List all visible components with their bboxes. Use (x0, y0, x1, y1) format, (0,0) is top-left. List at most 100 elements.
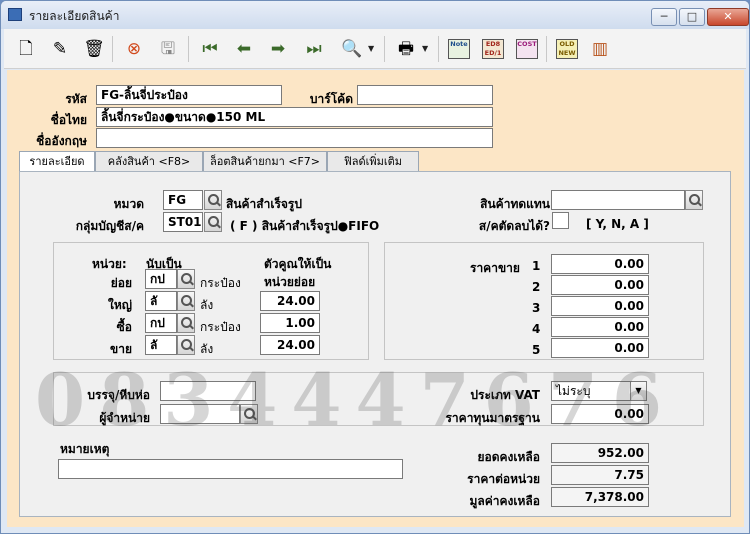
find-dropdown-icon[interactable]: ▼ (368, 44, 374, 53)
old-new-icon[interactable]: OLD NEW (556, 39, 578, 59)
total-value-field: 7,378.00 (551, 487, 649, 507)
maximize-button[interactable]: □ (679, 8, 705, 26)
price-field[interactable]: 0.00 (551, 275, 649, 295)
tab-details[interactable]: รายละเอียด (19, 151, 95, 172)
price-level-num: 2 (532, 280, 541, 294)
remark-label: หมายเหตุ (60, 442, 110, 456)
chevron-down-icon[interactable]: ▼ (630, 382, 646, 400)
unit-name: ลัง (200, 298, 214, 312)
unit-name: ลัง (200, 342, 214, 356)
total-value-label: มูลค่าคงเหลือ (469, 494, 541, 508)
account-group-code-field[interactable]: ST01 (163, 212, 203, 232)
thai-name-field[interactable]: ลิ้นจี่กระป๋อง●ขนาด●150 ML (96, 107, 493, 127)
content-area: รหัส FG-ลิ้นจี่ประป๋อง บาร์โค้ด ชื่อไทย … (7, 70, 744, 527)
prev-record-icon[interactable]: ⬅ (232, 38, 256, 60)
barcode-icon[interactable]: ▥ (588, 38, 612, 60)
code-field[interactable]: FG-ลิ้นจี่ประป๋อง (96, 85, 282, 105)
unit-code-field[interactable]: กป (145, 313, 177, 333)
package-label: บรรจุ/หีบห่อ (87, 388, 150, 402)
price-level-num: 4 (532, 322, 541, 336)
unit-row-label: ขาย (110, 342, 132, 356)
discount-label: ส/คตัดลบได้? (478, 219, 550, 233)
price-level-num: 5 (532, 343, 541, 357)
toolbar: 🗋 ✎ 🗑 ⊗ 🖫 ⏮ ⬅ ➡ ⏭ 🔍 ▼ 🖶 ▼ Note ED8 ED/1 … (4, 29, 746, 69)
barcode-field[interactable] (357, 85, 493, 105)
category-name: สินค้าสำเร็จรูป (226, 197, 302, 211)
std-cost-label: ราคาทุนมาตรฐาน (445, 411, 540, 425)
toolbar-separator (546, 36, 547, 62)
price-level-num: 1 (532, 259, 541, 273)
remark-field[interactable] (58, 459, 403, 479)
note-icon[interactable]: Note (448, 39, 470, 59)
substitute-field[interactable] (551, 190, 685, 210)
close-button[interactable]: ✕ (707, 8, 749, 26)
category-search-icon[interactable] (204, 190, 222, 210)
account-group-search-icon[interactable] (204, 212, 222, 232)
unit-factor-field[interactable]: 1.00 (260, 313, 320, 333)
unit-code-field[interactable]: ลั (145, 335, 177, 355)
toolbar-separator (188, 36, 189, 62)
category-label: หมวด (113, 197, 144, 211)
unit-row-label: ใหญ่ (108, 298, 132, 312)
unit-row-label: ซื้อ (116, 320, 132, 334)
window-title: รายละเอียดสินค้า (29, 9, 120, 23)
cancel-icon[interactable]: ⊗ (122, 38, 146, 60)
unit-factor-field[interactable]: 24.00 (260, 335, 320, 355)
vat-type-value: ไม่ระบุ (556, 384, 591, 398)
price-field[interactable]: 0.00 (551, 338, 649, 358)
package-field[interactable] (160, 381, 256, 401)
cost-icon[interactable]: COST (516, 39, 538, 59)
vat-type-select[interactable]: ไม่ระบุ ▼ (551, 381, 647, 401)
first-record-icon[interactable]: ⏮ (198, 38, 222, 60)
price-field[interactable]: 0.00 (551, 317, 649, 337)
unit-factor-field[interactable]: 24.00 (260, 291, 320, 311)
unit-header: หน่วย: (92, 257, 127, 271)
unit-code-field[interactable]: กป (145, 269, 177, 289)
unit-search-icon[interactable] (177, 313, 195, 333)
ed1-icon[interactable]: ED8 ED/1 (482, 39, 504, 59)
std-cost-field[interactable]: 0.00 (551, 404, 649, 424)
new-doc-icon[interactable]: 🗋 (14, 38, 38, 60)
product-detail-window: รายละเอียดสินค้า ─ □ ✕ 🗋 ✎ 🗑 ⊗ 🖫 ⏮ ⬅ ➡ ⏭… (0, 0, 750, 534)
minimize-button[interactable]: ─ (651, 8, 677, 26)
tab-lot-brought-forward[interactable]: ล็อตสินค้ายกมา <F7> (203, 151, 327, 171)
delete-bin-icon[interactable]: 🗑 (82, 38, 106, 60)
unit-code-field[interactable]: ลั (145, 291, 177, 311)
price-label: ราคาขาย (470, 261, 520, 275)
account-group-label: กลุ่มบัญชีส/ค (75, 219, 144, 233)
details-panel: หมวด FG สินค้าสำเร็จรูป กลุ่มบัญชีส/ค ST… (19, 171, 731, 517)
price-field[interactable]: 0.00 (551, 254, 649, 274)
english-name-field[interactable] (96, 128, 493, 148)
unit-row-label: ย่อย (110, 276, 132, 290)
substitute-search-icon[interactable] (685, 190, 703, 210)
vat-type-label: ประเภท VAT (470, 388, 540, 402)
toolbar-separator (112, 36, 113, 62)
multiplier-header: ตัวคูณให้เป็น (264, 257, 332, 271)
unit-search-icon[interactable] (177, 269, 195, 289)
thai-name-label: ชื่อไทย (50, 113, 87, 127)
supplier-search-icon[interactable] (240, 404, 258, 424)
unit-name: กระป๋อง (200, 320, 241, 334)
unit-name: กระป๋อง (200, 276, 241, 290)
title-bar[interactable]: รายละเอียดสินค้า ─ □ ✕ (1, 1, 749, 29)
last-record-icon[interactable]: ⏭ (302, 38, 326, 60)
code-label: รหัส (65, 92, 87, 106)
category-code-field[interactable]: FG (163, 190, 203, 210)
price-field[interactable]: 0.00 (551, 296, 649, 316)
find-icon[interactable]: 🔍 (340, 38, 364, 60)
next-record-icon[interactable]: ➡ (266, 38, 290, 60)
multiplier-header-2: หน่วยย่อย (264, 275, 316, 289)
print-dropdown-icon[interactable]: ▼ (422, 44, 428, 53)
unit-price-label: ราคาต่อหน่วย (467, 472, 540, 486)
discount-field[interactable] (552, 212, 569, 229)
unit-search-icon[interactable] (177, 335, 195, 355)
edit-icon[interactable]: ✎ (48, 38, 72, 60)
save-icon[interactable]: 🖫 (156, 38, 180, 60)
unit-price-field: 7.75 (551, 465, 649, 485)
print-icon[interactable]: 🖶 (394, 38, 418, 60)
tab-warehouse[interactable]: คลังสินค้า <F8> (95, 151, 203, 171)
tab-extra-fields[interactable]: ฟิลด์เพิ่มเติม (327, 151, 419, 171)
unit-search-icon[interactable] (177, 291, 195, 311)
supplier-field[interactable] (160, 404, 240, 424)
supplier-label: ผู้จำหน่าย (99, 411, 150, 425)
